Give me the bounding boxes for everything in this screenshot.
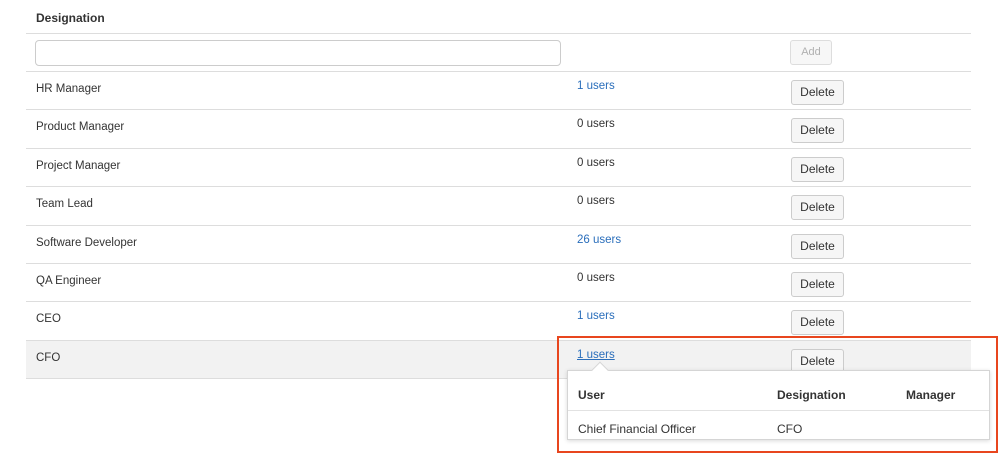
users-popover: User Designation Manager Chief Financial… (567, 361, 990, 440)
designation-list: HR Manager 1 users Delete Product Manage… (26, 72, 971, 380)
table-row: Project Manager 0 users Delete (26, 149, 971, 188)
users-count-link[interactable]: 1 users (577, 349, 615, 361)
popover-row: Chief Financial Officer CFO (568, 411, 989, 445)
table-row: CEO 1 users Delete (26, 302, 971, 341)
user-name: Chief Financial Officer (578, 422, 696, 436)
delete-button[interactable]: Delete (791, 195, 844, 221)
users-count: 0 users (577, 156, 615, 169)
column-header-designation: Designation (777, 388, 846, 402)
users-count-link[interactable]: 26 users (577, 234, 621, 246)
table-row: Product Manager 0 users Delete (26, 110, 971, 149)
user-designation: CFO (777, 422, 803, 436)
designation-header: Designation (26, 0, 971, 34)
table-row: Team Lead 0 users Delete (26, 187, 971, 226)
users-count: 0 users (577, 195, 615, 208)
table-row: QA Engineer 0 users Delete (26, 264, 971, 303)
designation-name: Product Manager (36, 121, 125, 134)
table-row: Software Developer 26 users Delete (26, 226, 971, 264)
designation-name: Software Developer (36, 236, 137, 249)
delete-button[interactable]: Delete (791, 271, 844, 297)
users-count-link[interactable]: 1 users (577, 310, 615, 322)
delete-button[interactable]: Delete (791, 156, 844, 182)
users-count: 0 users (577, 118, 615, 131)
designation-name: HR Manager (36, 83, 102, 95)
designation-name: QA Engineer (36, 274, 102, 287)
add-button[interactable]: Add (790, 40, 832, 65)
add-designation-row: Add (26, 34, 971, 72)
designation-name: Team Lead (36, 198, 93, 211)
designation-name: Project Manager (36, 159, 121, 172)
users-count-link[interactable]: 1 users (577, 80, 615, 92)
designation-input[interactable] (35, 40, 561, 66)
designation-name: CFO (36, 351, 61, 364)
column-header-user: User (578, 388, 605, 402)
delete-button[interactable]: Delete (791, 118, 844, 144)
designation-name: CEO (36, 313, 61, 326)
column-header-manager: Manager (906, 388, 956, 402)
delete-button[interactable]: Delete (791, 233, 844, 259)
delete-button[interactable]: Delete (791, 310, 844, 336)
users-count: 0 users (577, 271, 615, 284)
delete-button[interactable]: Delete (791, 80, 844, 105)
popover-header-row: User Designation Manager (568, 377, 989, 411)
page-title: Designation (36, 11, 105, 25)
table-row: HR Manager 1 users Delete (26, 72, 971, 111)
